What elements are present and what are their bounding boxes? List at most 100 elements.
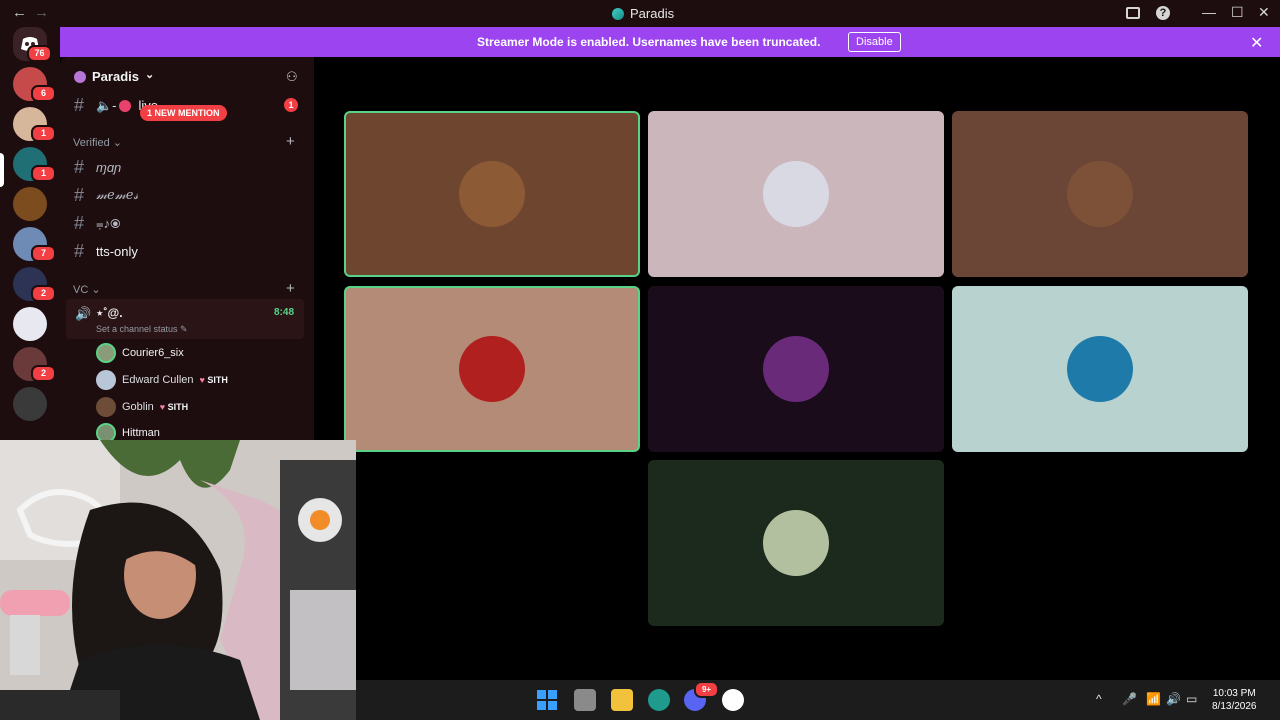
hash-icon: # xyxy=(74,157,85,177)
voice-member[interactable]: Hittman xyxy=(96,423,160,440)
avatar xyxy=(459,336,525,402)
back-arrow-icon[interactable]: ← xyxy=(12,4,27,21)
windows-icon xyxy=(537,690,557,710)
avatar xyxy=(96,397,116,417)
member-tag: SITH xyxy=(160,402,189,412)
video-tile[interactable] xyxy=(648,286,944,452)
voice-channel-name: ⋆˚@. xyxy=(96,306,123,320)
channel-name: tts-only xyxy=(96,244,138,259)
server-icon[interactable] xyxy=(13,307,47,341)
member-name: Goblin xyxy=(122,401,154,413)
avatar xyxy=(763,510,829,576)
voice-channel-timer: 8:48 xyxy=(274,307,295,318)
server-badge: 7 xyxy=(31,245,56,262)
file-explorer-icon[interactable] xyxy=(611,689,633,711)
battery-icon[interactable]: ▭ xyxy=(1186,692,1197,706)
streamer-mode-banner: Streamer Mode is enabled. Usernames have… xyxy=(60,27,1280,57)
discord-taskbar-icon[interactable]: 9+ xyxy=(684,681,719,711)
webcam-overlay xyxy=(0,440,356,720)
server-icon[interactable] xyxy=(13,387,47,421)
banner-text: Streamer Mode is enabled. Usernames have… xyxy=(477,35,821,49)
edge-icon[interactable] xyxy=(648,689,670,711)
clock[interactable]: 10:03 PM 8/13/2026 xyxy=(1212,687,1257,713)
unread-badge: 1 xyxy=(284,98,298,112)
channel-item[interactable]: # tts-only xyxy=(74,241,138,262)
server-logo-icon xyxy=(612,7,624,20)
server-icon[interactable]: 1 xyxy=(13,107,56,142)
server-icon[interactable] xyxy=(13,187,47,221)
avatar xyxy=(96,423,116,440)
server-icon xyxy=(74,70,86,83)
server-icon[interactable]: 1 xyxy=(13,147,56,182)
speaker-prefix: 🔈- xyxy=(96,97,117,113)
wifi-icon[interactable]: 📶 xyxy=(1146,692,1161,706)
server-badge: 2 xyxy=(31,365,56,382)
video-tile[interactable] xyxy=(648,111,944,277)
chevron-down-icon: ⌄ xyxy=(144,69,155,81)
set-channel-status[interactable]: Set a channel status ✎ xyxy=(96,324,188,335)
server-badge: 2 xyxy=(31,285,56,302)
clock-time: 10:03 PM xyxy=(1212,688,1256,699)
server-badge: 1 xyxy=(31,125,56,142)
close-window-button[interactable]: ✕ xyxy=(1258,4,1270,21)
member-name: Edward Cullen xyxy=(122,374,194,386)
channel-item[interactable]: # ɱɑɲ xyxy=(74,157,121,178)
microphone-icon[interactable]: 🎤 xyxy=(1122,692,1137,706)
title-bar: ← → Paradis ? — ☐ ✕ xyxy=(0,0,1280,27)
server-name-header[interactable]: Paradis ⌄ xyxy=(74,69,154,84)
video-tile[interactable] xyxy=(344,286,640,452)
window-title-text: Paradis xyxy=(630,6,675,21)
voice-member[interactable]: Goblin SITH xyxy=(96,397,188,417)
server-rail: 76 6 1 1 7 2 2 xyxy=(0,27,60,440)
server-badge: 1 xyxy=(31,165,56,182)
maximize-button[interactable]: ☐ xyxy=(1231,4,1244,21)
disable-streamer-mode-button[interactable]: Disable xyxy=(848,32,901,52)
member-tag: SITH xyxy=(200,375,228,385)
home-button[interactable]: 76 xyxy=(13,27,52,62)
discord-badge: 9+ xyxy=(694,681,719,698)
video-tile[interactable] xyxy=(952,286,1248,452)
voice-member[interactable]: Edward Cullen SITH xyxy=(96,370,228,390)
obs-icon[interactable] xyxy=(722,689,744,711)
create-channel-icon[interactable]: + xyxy=(286,133,295,150)
close-banner-icon[interactable]: ✕ xyxy=(1250,33,1263,53)
voice-member[interactable]: Courier6_six xyxy=(96,343,184,363)
task-view-icon[interactable] xyxy=(574,689,596,711)
server-icon[interactable]: 2 xyxy=(13,347,56,382)
inbox-icon[interactable] xyxy=(1126,7,1140,19)
video-tile[interactable] xyxy=(648,460,944,626)
server-name: Paradis xyxy=(92,69,139,84)
hash-icon: # xyxy=(74,95,85,115)
channel-item[interactable]: # 𝓂𝑒𝓂𝑒𝓈 xyxy=(74,185,138,206)
minimize-button[interactable]: — xyxy=(1202,4,1216,20)
channel-item[interactable]: # ⩦♪⦿ xyxy=(74,213,121,234)
member-name: Courier6_six xyxy=(122,347,184,359)
hash-icon: # xyxy=(74,213,85,233)
home-badge: 76 xyxy=(27,45,52,62)
voice-channel[interactable]: 🔊 ⋆˚@. 8:48 Set a channel status ✎ xyxy=(66,299,304,339)
invite-people-icon[interactable]: ⚇ xyxy=(286,69,298,85)
avatar xyxy=(96,343,116,363)
avatar xyxy=(96,370,116,390)
forward-arrow-icon[interactable]: → xyxy=(34,4,49,21)
server-icon[interactable]: 6 xyxy=(13,67,56,102)
server-icon[interactable]: 2 xyxy=(13,267,56,302)
server-icon[interactable]: 7 xyxy=(13,227,56,262)
video-tile[interactable] xyxy=(952,111,1248,277)
hash-icon: # xyxy=(74,185,85,205)
new-mention-pill[interactable]: 1 NEW MENTION xyxy=(140,105,227,121)
help-icon[interactable]: ? xyxy=(1156,6,1170,20)
window-title: Paradis xyxy=(612,6,674,21)
webcam-feed-image xyxy=(0,440,356,720)
category-label: Verified xyxy=(73,137,110,149)
video-tile[interactable] xyxy=(344,111,640,277)
category-vc[interactable]: VC ⌄ xyxy=(73,283,101,296)
hash-icon: # xyxy=(74,241,85,261)
volume-icon[interactable]: 🔊 xyxy=(1166,692,1181,706)
category-verified[interactable]: Verified ⌄ xyxy=(73,136,122,149)
create-channel-icon[interactable]: + xyxy=(286,280,295,297)
taskbar: 9+ ^ 🎤 📶 🔊 ▭ 10:03 PM 8/13/2026 xyxy=(356,680,1280,720)
start-button[interactable] xyxy=(536,689,558,711)
show-hidden-icons[interactable]: ^ xyxy=(1096,692,1102,706)
avatar xyxy=(763,336,829,402)
